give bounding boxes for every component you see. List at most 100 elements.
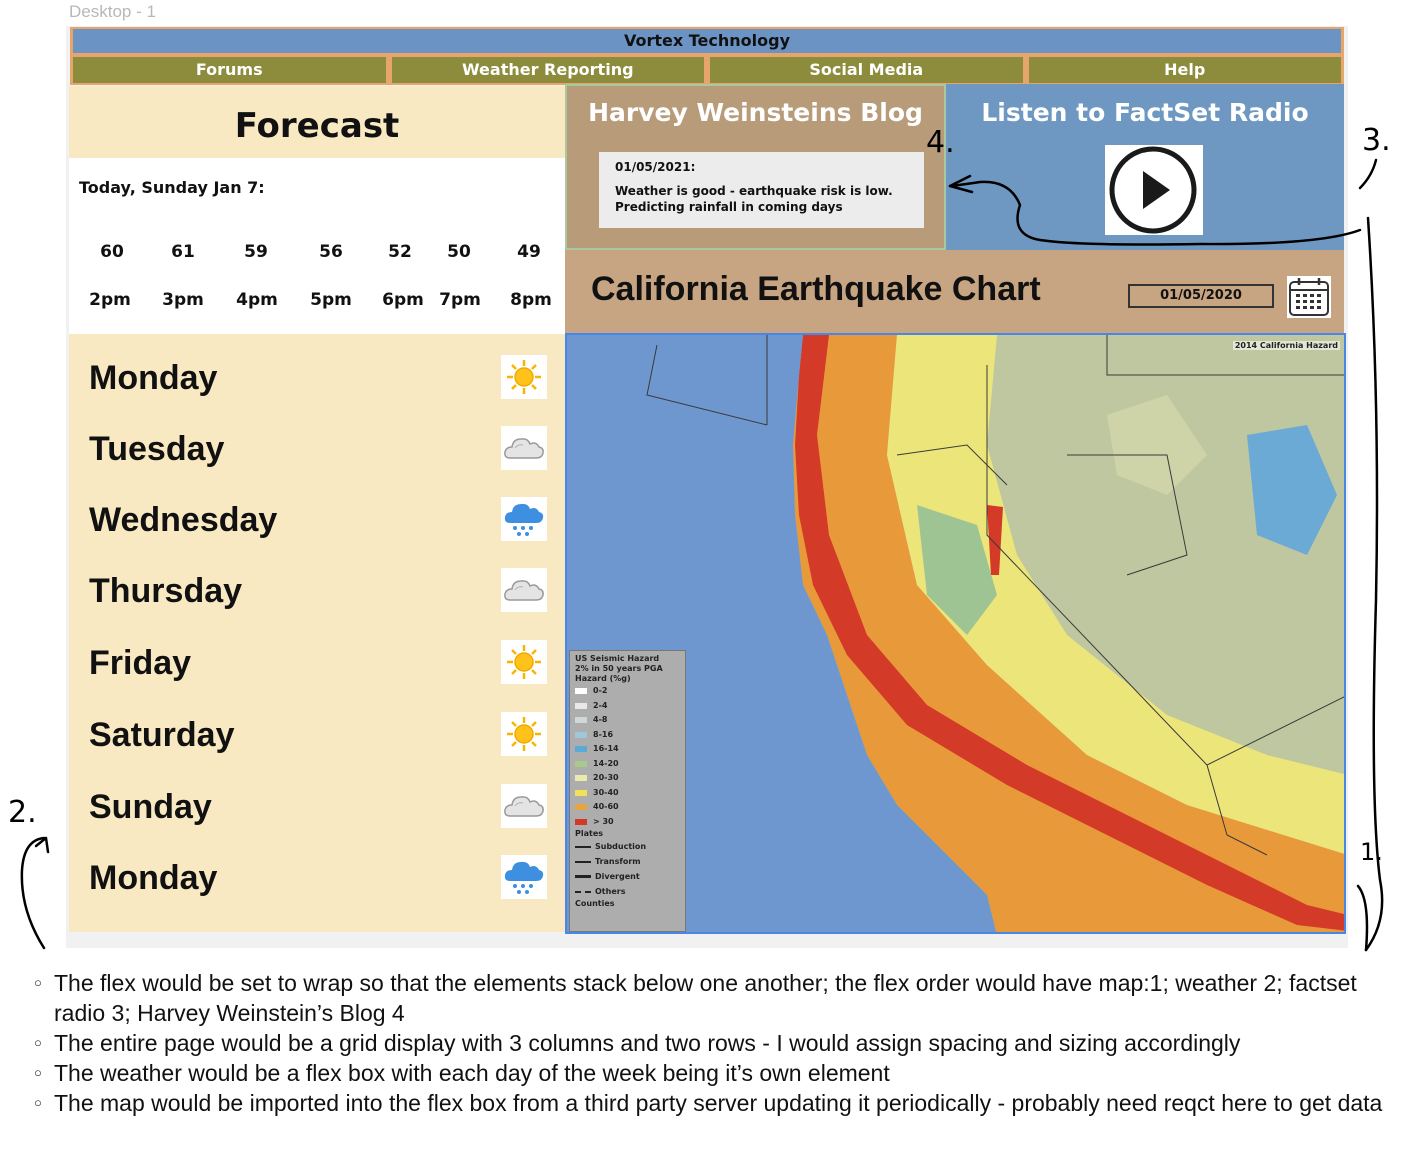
hourly-temp: 50: [447, 242, 471, 262]
legend-label: 8-16: [593, 729, 614, 739]
calendar-button[interactable]: [1287, 276, 1331, 318]
legend-color: [575, 717, 587, 724]
legend-line: [575, 890, 591, 893]
note-item: The weather would be a flex box with eac…: [34, 1058, 1394, 1088]
legend-plates-label: Plates: [575, 829, 604, 838]
bracket-line: [1358, 158, 1378, 190]
legend-color: [575, 746, 587, 753]
cloud-icon: [501, 784, 547, 828]
legend-swatch: 16-14: [575, 742, 680, 757]
hourly-time: 8pm: [510, 290, 552, 310]
note-item: The map would be imported into the flex …: [34, 1088, 1394, 1118]
weekly-forecast: Monday Tuesday Wednesday Thursday Friday…: [69, 334, 565, 932]
legend-plate: Divergent: [575, 869, 680, 884]
legend-color: [575, 702, 587, 709]
blog-post[interactable]: 01/05/2021: Weather is good - earthquake…: [599, 152, 924, 228]
blog-post-text: Weather is good - earthquake risk is low…: [615, 183, 908, 215]
day-row: Monday: [69, 849, 565, 919]
legend-unit: Hazard (%g): [575, 674, 631, 683]
hourly-temp: 61: [171, 242, 195, 262]
hourly-time: 4pm: [236, 290, 278, 310]
legend-plate: Transform: [575, 854, 680, 869]
legend-plate: Subduction: [575, 839, 680, 854]
day-row: Wednesday: [69, 491, 565, 561]
arrowhead: [34, 836, 50, 854]
rain-cloud-icon: [501, 855, 547, 899]
legend-swatch: 8-16: [575, 728, 680, 743]
hourly-time: 2pm: [89, 290, 131, 310]
hourly-forecast: Today, Sunday Jan 7: 60 61 59 56 52 50 4…: [69, 158, 565, 334]
design-notes: The flex would be set to wrap so that th…: [34, 968, 1394, 1118]
day-name: Sunday: [89, 788, 212, 826]
annotation-number: 3.: [1362, 123, 1391, 158]
legend-color: [575, 804, 587, 811]
hourly-time: 7pm: [439, 290, 481, 310]
day-row: Friday: [69, 634, 565, 704]
legend-line: [575, 875, 591, 878]
calendar-icon: [1289, 278, 1329, 316]
nav-item-help[interactable]: Help: [1028, 57, 1341, 83]
day-name: Wednesday: [89, 501, 278, 539]
legend-title: US Seismic Hazard: [575, 654, 660, 663]
note-item: The entire page would be a grid display …: [34, 1028, 1394, 1058]
legend-plate: Others: [575, 884, 680, 899]
day-name: Monday: [89, 359, 218, 397]
legend-label: 14-20: [593, 758, 619, 768]
legend-swatch: 4-8: [575, 713, 680, 728]
today-label: Today, Sunday Jan 7:: [79, 178, 265, 197]
day-name: Friday: [89, 644, 192, 682]
day-name: Monday: [89, 859, 218, 897]
earthquake-header: California Earthquake Chart 01/05/2020: [565, 250, 1344, 333]
legend-label: Subduction: [595, 841, 647, 851]
map-legend: US Seismic Hazard 2% in 50 years PGA Haz…: [569, 650, 686, 932]
nav-item-weather-reporting[interactable]: Weather Reporting: [391, 57, 704, 83]
day-name: Tuesday: [89, 430, 225, 468]
day-row: Saturday: [69, 706, 565, 776]
date-field[interactable]: 01/05/2020: [1128, 284, 1274, 308]
nav-item-forums[interactable]: Forums: [73, 57, 386, 83]
legend-label: Divergent: [595, 871, 640, 881]
annotation-number: 1.: [1360, 838, 1383, 866]
blog-panel: Harvey Weinsteins Blog 01/05/2021: Weath…: [565, 84, 946, 250]
annotation-number: 2.: [8, 795, 37, 830]
legend-swatch: 14-20: [575, 757, 680, 772]
legend-swatch: 0-2: [575, 684, 680, 699]
day-row: Tuesday: [69, 420, 565, 490]
day-row: Sunday: [69, 778, 565, 848]
legend-color: [575, 731, 587, 738]
legend-swatch: 40-60: [575, 800, 680, 815]
legend-label: 40-60: [593, 802, 619, 812]
sun-icon: [501, 640, 547, 684]
day-name: Thursday: [89, 572, 243, 610]
note-item: The flex would be set to wrap so that th…: [34, 968, 1394, 1028]
legend-color: [575, 789, 587, 796]
earthquake-hazard-map[interactable]: 2014 California Hazard US Seismic Hazard…: [565, 333, 1346, 934]
play-button[interactable]: [1105, 145, 1203, 235]
hourly-temp: 60: [100, 242, 124, 262]
nav-item-social-media[interactable]: Social Media: [710, 57, 1023, 83]
arrow-line: [20, 836, 46, 950]
legend-label: 20-30: [593, 773, 619, 783]
legend-label: Transform: [595, 856, 641, 866]
header-bar: Vortex Technology: [70, 27, 1344, 55]
legend-color: [575, 818, 587, 825]
legend-line: [575, 860, 591, 863]
legend-line: [575, 845, 591, 848]
blog-title[interactable]: Harvey Weinsteins Blog: [567, 98, 944, 127]
legend-label: > 30: [593, 816, 614, 826]
legend-label: 30-40: [593, 787, 619, 797]
play-icon: [1109, 146, 1197, 234]
legend-label: 0-2: [593, 686, 608, 696]
earthquake-title: California Earthquake Chart: [591, 270, 1041, 308]
legend-color: [575, 775, 587, 782]
rain-cloud-icon: [501, 497, 547, 541]
legend-color: [575, 688, 587, 695]
legend-counties-label: Counties: [575, 899, 615, 908]
legend-label: 2-4: [593, 700, 608, 710]
hourly-time: 6pm: [382, 290, 424, 310]
hourly-temp: 56: [319, 242, 343, 262]
legend-label: 16-14: [593, 744, 619, 754]
blog-post-date: 01/05/2021:: [615, 160, 696, 174]
sun-icon: [501, 355, 547, 399]
hourly-temp: 59: [244, 242, 268, 262]
